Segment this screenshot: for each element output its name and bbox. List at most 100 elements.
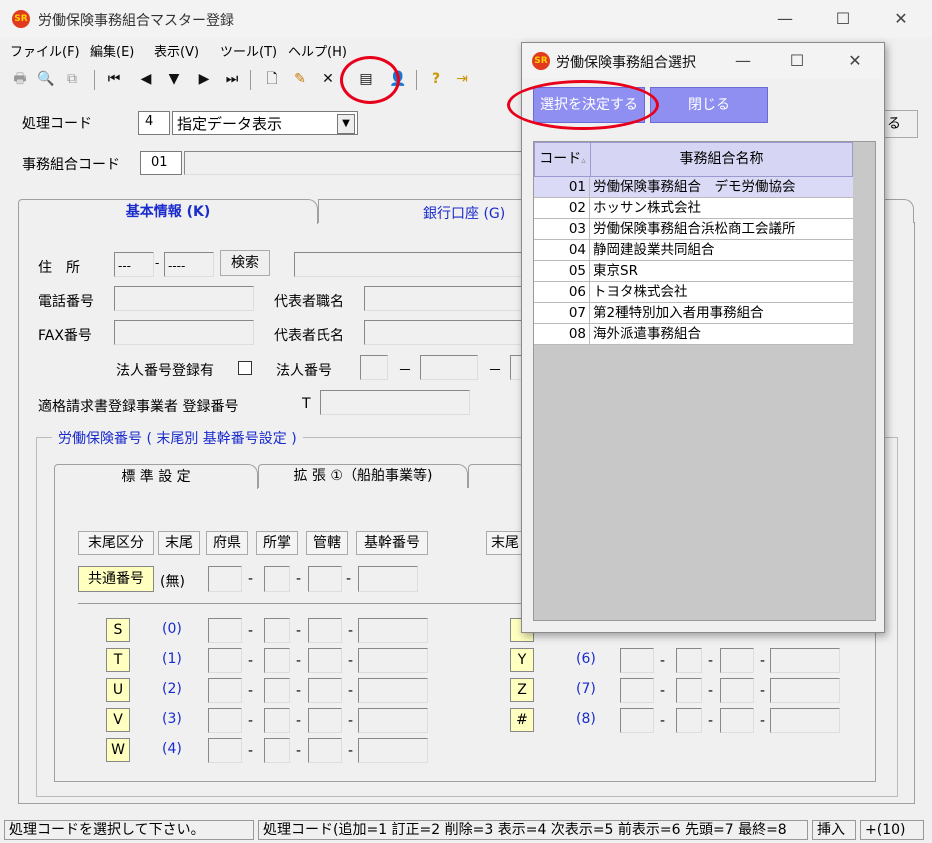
help-icon[interactable]: ? bbox=[426, 68, 446, 90]
address-input[interactable] bbox=[294, 252, 524, 277]
preview-icon[interactable]: 🔍 bbox=[36, 68, 56, 90]
fax-input[interactable] bbox=[114, 320, 254, 345]
dialog-minimize-button[interactable]: — bbox=[720, 43, 766, 79]
delete-icon[interactable]: ✕ bbox=[318, 68, 338, 90]
last-record-icon[interactable]: ⏭ bbox=[222, 68, 242, 90]
minimize-button[interactable]: — bbox=[762, 0, 808, 38]
common-shosho-input[interactable] bbox=[264, 566, 290, 592]
insurance-number-segment[interactable] bbox=[720, 678, 754, 703]
menu-help[interactable]: ヘルプ(H) bbox=[288, 41, 347, 60]
column-header-name[interactable]: 事務組合名称 bbox=[590, 142, 853, 177]
tab-basic[interactable]: 基本情報 (K) bbox=[18, 199, 318, 224]
list-row[interactable]: 04 静岡建設業共同組合 bbox=[534, 240, 853, 261]
dash: - bbox=[348, 683, 354, 699]
insurance-number-segment[interactable] bbox=[358, 618, 428, 643]
chevron-down-icon[interactable]: ▼ bbox=[337, 114, 355, 134]
menu-view[interactable]: 表示(V) bbox=[154, 41, 199, 60]
shori-mode-select[interactable]: 指定データ表示 ▼ bbox=[172, 111, 358, 135]
first-record-icon[interactable]: ⏮ bbox=[104, 68, 124, 90]
list-row[interactable]: 02 ホッサン株式会社 bbox=[534, 198, 853, 219]
insurance-number-segment[interactable] bbox=[264, 708, 290, 733]
insurance-number-segment[interactable] bbox=[208, 648, 242, 673]
edit-icon[interactable]: ✎ bbox=[290, 68, 310, 90]
dash: - bbox=[248, 653, 254, 669]
insurance-number-segment[interactable] bbox=[770, 648, 840, 673]
next-record-icon[interactable]: ▶ bbox=[194, 68, 214, 90]
menu-tools[interactable]: ツール(T) bbox=[220, 41, 277, 60]
dialog-maximize-button[interactable]: ☐ bbox=[774, 43, 820, 79]
insurance-number-segment[interactable] bbox=[720, 648, 754, 673]
insurance-number-segment[interactable] bbox=[620, 708, 654, 733]
close-button[interactable]: ✕ bbox=[878, 0, 924, 38]
rep-title-input[interactable] bbox=[364, 286, 524, 311]
menu-edit[interactable]: 編集(E) bbox=[90, 41, 134, 60]
list-row[interactable]: 08 海外派遣事務組合 bbox=[534, 324, 853, 345]
insurance-number-segment[interactable] bbox=[358, 678, 428, 703]
insurance-number-segment[interactable] bbox=[770, 678, 840, 703]
dash: - bbox=[296, 743, 302, 759]
common-kankatsu-input[interactable] bbox=[308, 566, 342, 592]
column-header-code[interactable]: コード▵ bbox=[534, 142, 591, 177]
insurance-number-segment[interactable] bbox=[264, 648, 290, 673]
dash: - bbox=[248, 713, 254, 729]
corp-reg-checkbox[interactable] bbox=[238, 361, 252, 375]
corp-no-part1[interactable] bbox=[360, 355, 388, 380]
insurance-number-segment[interactable] bbox=[308, 738, 342, 763]
insurance-number-segment[interactable] bbox=[208, 678, 242, 703]
status-mode: 挿入 bbox=[812, 820, 856, 840]
insurance-number-segment[interactable] bbox=[264, 618, 290, 643]
insurance-number-segment[interactable] bbox=[308, 618, 342, 643]
insurance-number-segment[interactable] bbox=[308, 678, 342, 703]
insurance-number-segment[interactable] bbox=[208, 738, 242, 763]
maximize-button[interactable]: ☐ bbox=[820, 0, 866, 38]
invoice-number-input[interactable] bbox=[320, 390, 470, 415]
subtab-standard[interactable]: 標 準 設 定 bbox=[54, 464, 258, 489]
insurance-number-segment[interactable] bbox=[308, 708, 342, 733]
insurance-number-segment[interactable] bbox=[676, 678, 702, 703]
insurance-number-segment[interactable] bbox=[308, 648, 342, 673]
zip-second-input[interactable]: ---- bbox=[164, 252, 214, 277]
insurance-number-segment[interactable] bbox=[770, 708, 840, 733]
insurance-number-segment[interactable] bbox=[264, 678, 290, 703]
insurance-number-segment[interactable] bbox=[264, 738, 290, 763]
dropdown-record-icon[interactable]: ▼ bbox=[164, 68, 184, 90]
insurance-number-segment[interactable] bbox=[358, 648, 428, 673]
address-search-button[interactable]: 検索 bbox=[220, 250, 270, 276]
exit-icon[interactable]: ⇥ bbox=[452, 68, 472, 90]
fax-label: FAX番号 bbox=[38, 328, 92, 344]
insurance-number-segment[interactable] bbox=[358, 708, 428, 733]
insurance-number-segment[interactable] bbox=[676, 708, 702, 733]
insurance-number-segment[interactable] bbox=[208, 708, 242, 733]
copy-icon[interactable]: ⧉ bbox=[62, 68, 82, 90]
prev-record-icon[interactable]: ◀ bbox=[136, 68, 156, 90]
common-kikan-input[interactable] bbox=[358, 566, 418, 592]
list-row[interactable]: 03 労働保険事務組合浜松商工会議所 bbox=[534, 219, 853, 240]
zip-first-input[interactable]: --- bbox=[114, 252, 154, 277]
list-row[interactable]: 05 東京SR bbox=[534, 261, 853, 282]
dialog-close-button[interactable]: ✕ bbox=[832, 43, 878, 79]
insurance-number-segment[interactable] bbox=[676, 648, 702, 673]
print-icon[interactable]: 🖶 bbox=[10, 68, 30, 90]
menu-file[interactable]: ファイル(F) bbox=[10, 41, 80, 60]
new-icon[interactable]: 🗋 bbox=[262, 68, 282, 90]
insurance-number-segment[interactable] bbox=[620, 648, 654, 673]
subtab-ext1[interactable]: 拡 張 ①（船舶事業等) bbox=[258, 464, 468, 488]
common-prefecture-input[interactable] bbox=[208, 566, 242, 592]
subtab-ext2[interactable] bbox=[468, 464, 528, 488]
insurance-number-segment[interactable] bbox=[208, 618, 242, 643]
corp-no-part2[interactable] bbox=[420, 355, 478, 380]
list-row[interactable]: 06 トヨタ株式会社 bbox=[534, 282, 853, 303]
header-tail-right: 末尾 bbox=[486, 531, 526, 555]
rep-name-input[interactable] bbox=[364, 320, 524, 345]
insurance-number-segment[interactable] bbox=[358, 738, 428, 763]
zip-dash: - bbox=[155, 256, 160, 270]
list-row[interactable]: 01 労働保険事務組合 デモ労働協会 bbox=[534, 177, 853, 198]
common-mark: (無) bbox=[160, 574, 185, 590]
list-row[interactable]: 07 第2種特別加入者用事務組合 bbox=[534, 303, 853, 324]
tel-input[interactable] bbox=[114, 286, 254, 311]
dialog-close-action-button[interactable]: 閉じる bbox=[650, 87, 768, 123]
insurance-number-segment[interactable] bbox=[720, 708, 754, 733]
jimu-code-input[interactable]: 01 bbox=[140, 151, 182, 175]
shori-code-input[interactable]: 4 bbox=[138, 111, 170, 135]
insurance-number-segment[interactable] bbox=[620, 678, 654, 703]
